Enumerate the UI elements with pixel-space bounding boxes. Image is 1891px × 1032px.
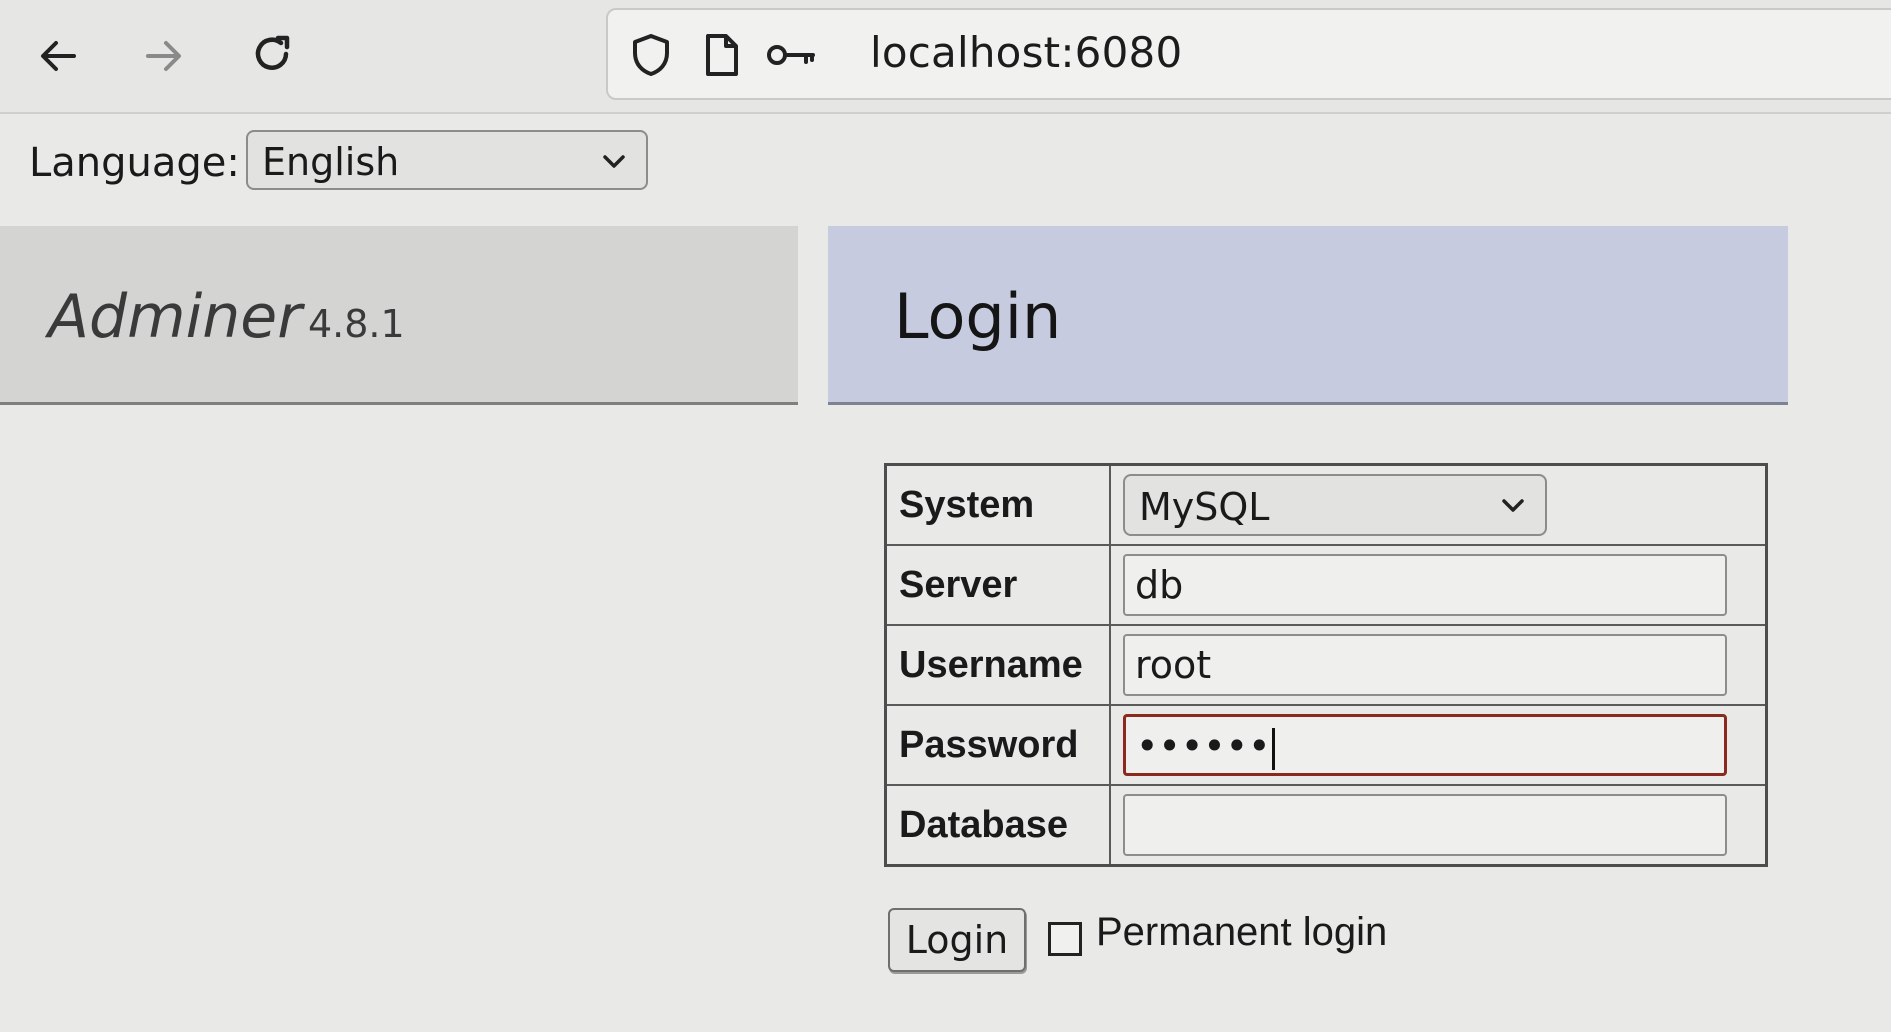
username-input[interactable]: root	[1123, 634, 1727, 696]
forward-button[interactable]	[128, 20, 200, 92]
database-cell	[1109, 784, 1768, 867]
back-arrow-icon	[41, 41, 76, 71]
language-select-value: English	[262, 140, 400, 184]
system-select-value: MySQL	[1139, 485, 1270, 529]
password-input[interactable]: ••••••	[1123, 714, 1727, 776]
language-label: Language:	[29, 140, 240, 186]
reload-button[interactable]	[236, 20, 308, 92]
server-label: Server	[884, 544, 1111, 626]
chevron-down-icon	[603, 155, 625, 168]
username-cell: root	[1109, 624, 1768, 706]
password-value: ••••••	[1136, 724, 1271, 768]
page-icon[interactable]	[698, 32, 744, 78]
back-button[interactable]	[22, 20, 94, 92]
login-form-table: System MySQL Server db Username root Pas…	[884, 463, 1768, 867]
system-select[interactable]: MySQL	[1123, 474, 1547, 536]
forward-arrow-icon	[146, 41, 181, 71]
database-row: Database	[884, 784, 1768, 867]
server-row: Server db	[884, 544, 1768, 626]
chevron-down-icon	[1502, 499, 1524, 512]
login-button[interactable]: Login	[888, 908, 1026, 972]
url-text[interactable]: localhost:6080	[870, 28, 1182, 77]
page-title: Login	[894, 280, 1062, 353]
database-input[interactable]	[1123, 794, 1727, 856]
address-bar[interactable]: localhost:6080	[606, 8, 1891, 100]
password-cell: ••••••	[1109, 704, 1768, 786]
brand-version: 4.8.1	[308, 302, 405, 346]
server-cell: db	[1109, 544, 1768, 626]
username-label: Username	[884, 624, 1111, 706]
system-cell: MySQL	[1109, 463, 1768, 546]
permanent-login-checkbox[interactable]	[1048, 922, 1082, 956]
system-label: System	[884, 463, 1111, 546]
brand-panel: Adminer 4.8.1	[0, 226, 798, 405]
language-select[interactable]: English	[246, 130, 648, 190]
key-icon[interactable]	[764, 32, 818, 78]
permanent-login-label[interactable]: Permanent login	[1096, 910, 1387, 955]
shield-icon[interactable]	[628, 32, 674, 78]
username-row: Username root	[884, 624, 1768, 706]
server-input[interactable]: db	[1123, 554, 1727, 616]
database-label: Database	[884, 784, 1111, 867]
password-label: Password	[884, 704, 1111, 786]
text-caret	[1272, 727, 1276, 770]
reload-icon	[255, 35, 290, 70]
brand-name-link[interactable]: Adminer	[48, 282, 302, 352]
system-row: System MySQL	[884, 463, 1768, 546]
password-row: Password ••••••	[884, 704, 1768, 786]
heading-panel: Login	[828, 226, 1788, 405]
browser-toolbar: localhost:6080	[0, 0, 1891, 114]
